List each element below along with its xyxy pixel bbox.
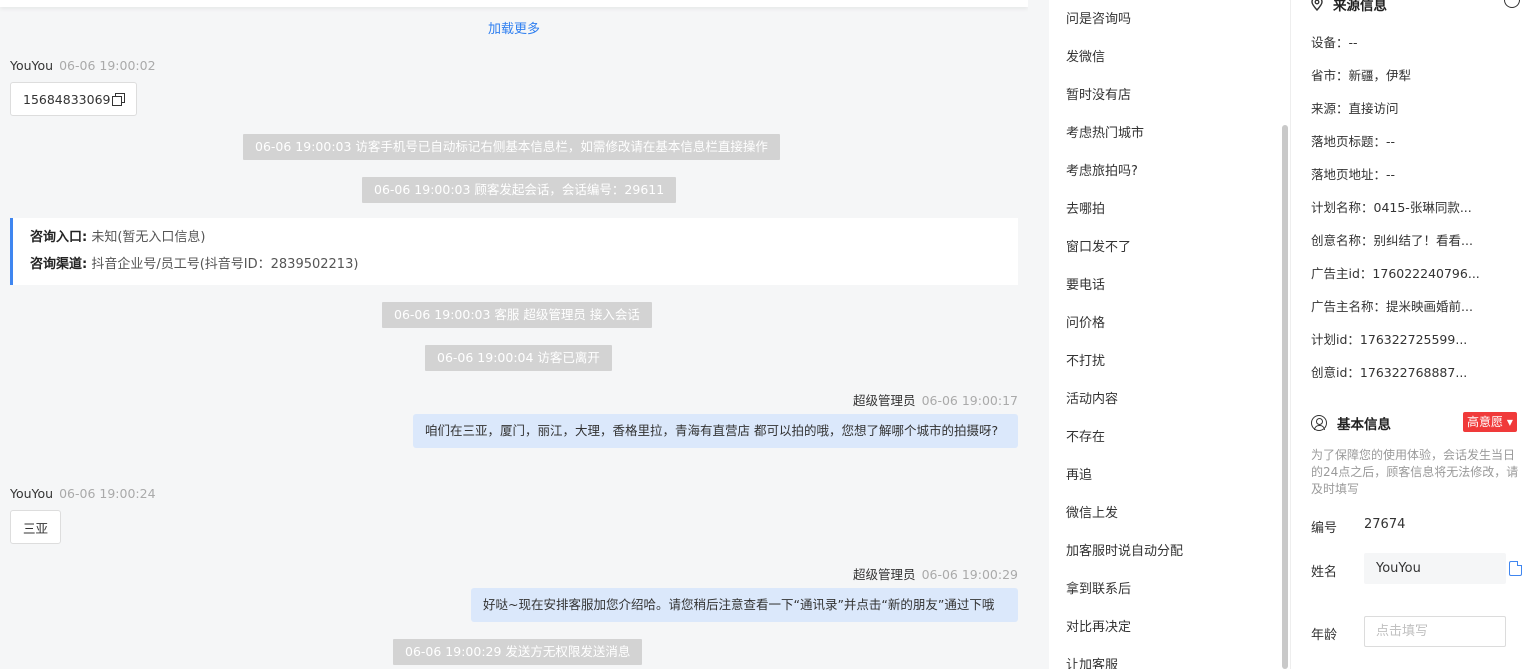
message-time: 06-06 19:00:24: [59, 486, 156, 501]
sender-name: 超级管理员: [853, 567, 916, 582]
quick-reply-item[interactable]: 微信上发: [1066, 502, 1118, 521]
system-message: 06-06 19:00:03 顾客发起会话，会话编号：29611: [362, 177, 677, 203]
customer-info-panel: 来源信息 设备：-- 省市：新疆，伊犁 来源：直接访问 落地页标题：-- 落地页…: [1290, 0, 1530, 669]
name-field[interactable]: YouYou: [1364, 553, 1506, 584]
quick-reply-item[interactable]: 不存在: [1066, 426, 1105, 445]
quick-reply-item[interactable]: 不打扰: [1066, 350, 1105, 369]
entry-info-card: 咨询入口: 未知(暂无入口信息) 咨询渠道: 抖音企业号/员工号(抖音号ID：2…: [10, 218, 1018, 285]
source-field: 计划名称：0415-张琳同款...: [1311, 200, 1472, 215]
source-field: 落地页地址：--: [1311, 167, 1396, 182]
sender-name: 超级管理员: [853, 393, 916, 408]
quick-reply-item[interactable]: 加客服时说自动分配: [1066, 540, 1183, 559]
sender-name: YouYou: [10, 486, 54, 501]
age-label: 年龄: [1311, 628, 1338, 643]
channel-label: 咨询渠道:: [30, 257, 88, 272]
message-time: 06-06 19:00:29: [921, 567, 1018, 582]
age-field[interactable]: 点击填写: [1364, 616, 1506, 647]
quick-reply-item[interactable]: 问价格: [1066, 312, 1105, 331]
quick-reply-item[interactable]: 再追: [1066, 464, 1092, 483]
source-field: 来源：直接访问: [1311, 101, 1399, 116]
source-field: 创意id：176322768887...: [1311, 365, 1468, 380]
document-icon[interactable]: [1509, 561, 1522, 576]
source-info-header: 来源信息: [1311, 0, 1387, 14]
quick-reply-item[interactable]: 发微信: [1066, 46, 1105, 65]
shield-icon[interactable]: [1504, 0, 1520, 8]
source-field: 落地页标题：--: [1311, 134, 1396, 149]
name-label: 姓名: [1311, 565, 1338, 580]
quick-reply-item[interactable]: 窗口发不了: [1066, 236, 1131, 255]
agent-message: 咱们在三亚，厦门，丽江，大理，香格里拉，青海有直营店 都可以拍的哦，您想了解哪个…: [413, 414, 1018, 448]
section-title: 基本信息: [1337, 417, 1391, 433]
message-time: 06-06 19:00:02: [59, 58, 156, 73]
source-field: 广告主id：176022240796...: [1311, 266, 1480, 281]
quick-reply-item[interactable]: 拿到联系后: [1066, 578, 1131, 597]
quick-reply-item[interactable]: 让加客服: [1066, 654, 1118, 669]
message-header: 超级管理员 06-06 19:00:29: [853, 564, 1018, 583]
section-title: 来源信息: [1333, 0, 1387, 14]
chat-top-edge: [0, 0, 1028, 7]
quick-reply-item[interactable]: 活动内容: [1066, 388, 1118, 407]
user-icon: [1311, 415, 1327, 431]
quick-reply-item[interactable]: 要电话: [1066, 274, 1105, 293]
system-message: 06-06 19:00:03 客服 超级管理员 接入会话: [382, 302, 652, 328]
channel-value: 抖音企业号/员工号(抖音号ID：2839502213): [87, 257, 359, 272]
message-header: YouYou 06-06 19:00:02: [10, 58, 156, 73]
source-field: 广告主名称：提米映画婚前...: [1311, 299, 1473, 314]
agent-message: 好哒~现在安排客服加您介绍哈。请您稍后注意查看一下“通讯录”并点击“新的朋友”通…: [471, 588, 1018, 622]
quick-reply-list: 问是咨询吗 发微信 暂时没有店 考虑热门城市 考虑旅拍吗? 去哪拍 窗口发不了 …: [1049, 0, 1290, 669]
entry-label: 咨询入口:: [30, 230, 88, 245]
channel-row: 咨询渠道: 抖音企业号/员工号(抖音号ID：2839502213): [30, 255, 1018, 282]
entry-row: 咨询入口: 未知(暂无入口信息): [30, 228, 1018, 255]
message-header: YouYou 06-06 19:00:24: [10, 486, 156, 501]
source-field: 设备：--: [1311, 35, 1358, 50]
message-time: 06-06 19:00:17: [921, 393, 1018, 408]
system-message: 06-06 19:00:03 访客手机号已自动标记右侧基本信息栏，如需修改请在基…: [243, 134, 780, 160]
message-header: 超级管理员 06-06 19:00:17: [853, 390, 1018, 409]
location-icon: [1311, 0, 1323, 12]
system-message: 06-06 19:00:29 发送方无权限发送消息: [393, 639, 643, 665]
intent-dropdown[interactable]: 高意愿 ▾: [1463, 412, 1517, 432]
sender-name: YouYou: [10, 58, 54, 73]
source-field: 省市：新疆，伊犁: [1311, 68, 1412, 83]
quick-reply-item[interactable]: 考虑旅拍吗?: [1066, 160, 1138, 179]
basic-info-header: 基本信息: [1311, 413, 1391, 433]
quick-reply-item[interactable]: 考虑热门城市: [1066, 122, 1144, 141]
chat-pane: 加载更多 YouYou 06-06 19:00:02 15684833069 06…: [0, 0, 1028, 669]
quick-reply-item[interactable]: 去哪拍: [1066, 198, 1105, 217]
load-more-link[interactable]: 加载更多: [0, 18, 1028, 37]
id-label: 编号: [1311, 521, 1338, 536]
entry-value: 未知(暂无入口信息): [87, 230, 206, 245]
message-text: 15684833069: [23, 91, 111, 107]
copy-icon[interactable]: [112, 93, 126, 106]
quick-reply-item[interactable]: 问是咨询吗: [1066, 8, 1131, 27]
quick-reply-item[interactable]: 对比再决定: [1066, 616, 1131, 635]
visitor-message: 15684833069: [10, 82, 138, 116]
edit-deadline-note: 为了保障您的使用体验，会话发生当日的24点之后，顾客信息将无法修改，请及时填写: [1311, 448, 1519, 496]
system-message: 06-06 19:00:04 访客已离开: [425, 345, 612, 371]
quick-reply-item[interactable]: 暂时没有店: [1066, 84, 1131, 103]
source-field: 计划id：176322725599...: [1311, 332, 1468, 347]
visitor-message: 三亚: [10, 510, 62, 544]
quick-reply-scrollbar[interactable]: [1282, 125, 1288, 669]
id-value: 27674: [1364, 517, 1406, 532]
source-field: 创意名称：别纠结了！看看...: [1311, 233, 1473, 248]
